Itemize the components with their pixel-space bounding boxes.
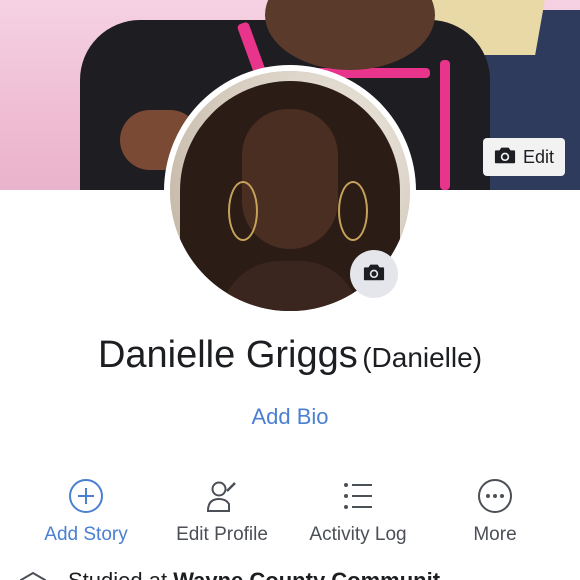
studied-prefix: Studied at — [68, 568, 167, 580]
edit-cover-button[interactable]: Edit — [483, 138, 565, 176]
cover-jacket-stripe — [440, 60, 450, 190]
camera-icon — [494, 145, 516, 170]
edit-person-icon — [152, 476, 292, 516]
avatar-earring — [338, 181, 368, 241]
add-story-label: Add Story — [44, 524, 128, 545]
intro-education-text: Studied at Wayne County Communit — [68, 568, 440, 580]
edit-cover-label: Edit — [522, 146, 555, 167]
plus-circle-icon — [16, 476, 156, 516]
edit-profile-label: Edit Profile — [176, 524, 268, 545]
avatar-earring — [228, 181, 258, 241]
more-label: More — [473, 524, 517, 545]
update-profile-picture-button[interactable] — [350, 250, 398, 298]
edit-profile-button[interactable]: Edit Profile — [152, 476, 292, 546]
activity-log-button[interactable]: Activity Log — [288, 476, 428, 546]
add-bio-link[interactable]: Add Bio — [0, 404, 580, 430]
activity-log-label: Activity Log — [309, 524, 407, 545]
add-story-button[interactable]: Add Story — [16, 476, 156, 546]
camera-icon — [363, 262, 385, 287]
school-name[interactable]: Wayne County Communit — [173, 568, 440, 580]
graduation-cap-icon — [20, 571, 46, 580]
alternate-name: (Danielle) — [362, 342, 483, 373]
list-icon — [288, 476, 428, 516]
intro-education: Studied at Wayne County Communit — [0, 562, 580, 580]
more-button[interactable]: More — [425, 476, 565, 546]
profile-name: Danielle Griggs (Danielle) — [0, 334, 580, 377]
profile-actions: Add Story Edit Profile Activity Log More — [0, 476, 580, 546]
full-name: Danielle Griggs — [97, 334, 358, 376]
avatar-face — [242, 109, 338, 249]
more-dots-icon — [425, 476, 565, 516]
